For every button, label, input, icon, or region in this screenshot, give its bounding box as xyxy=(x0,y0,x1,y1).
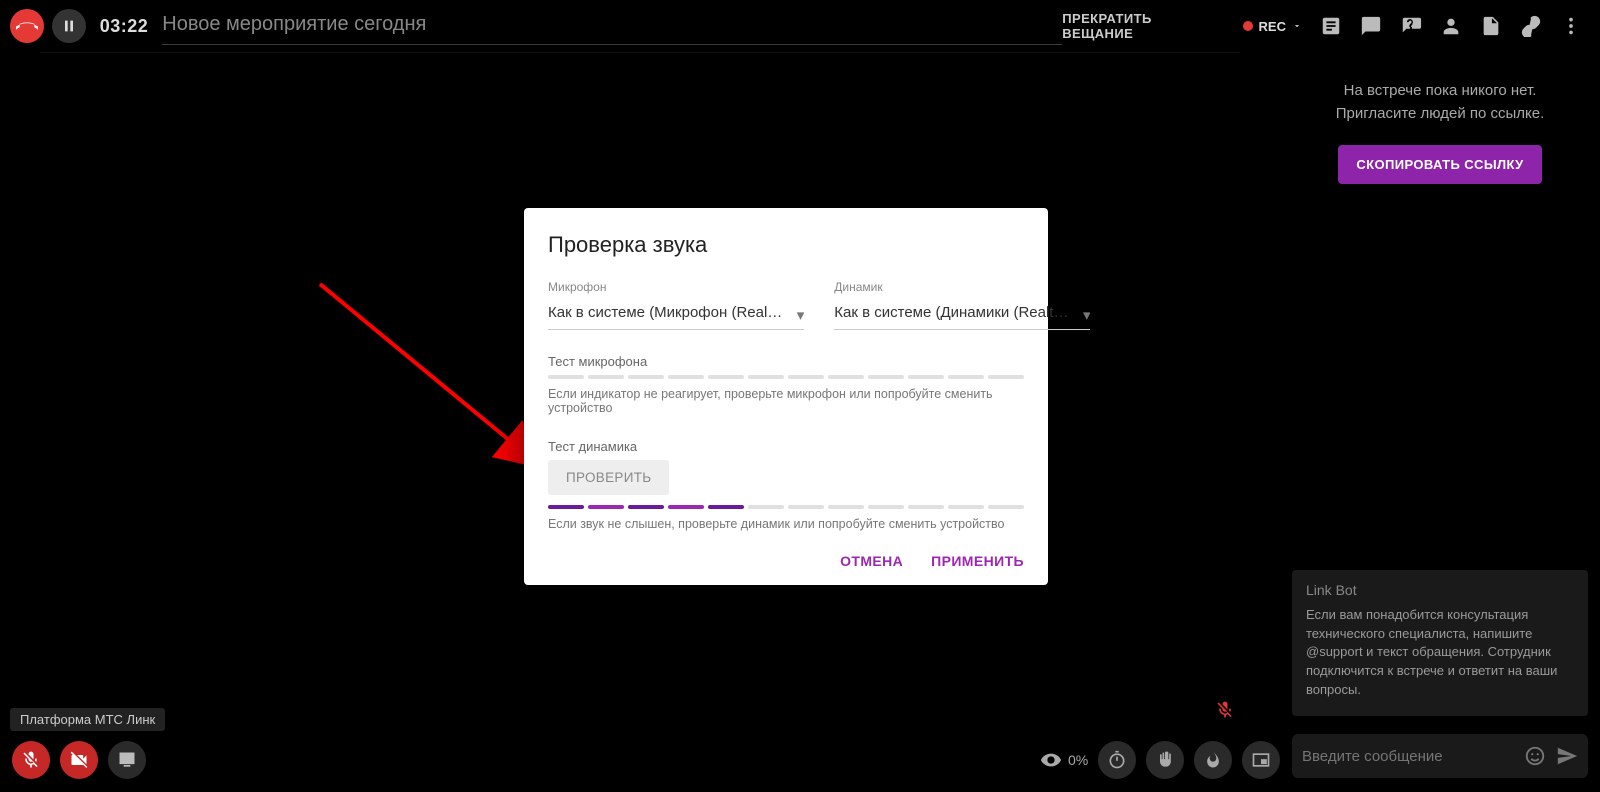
right-sidebar: На встрече пока никого нет. Пригласите л… xyxy=(1280,52,1600,728)
visibility-pct: 0% xyxy=(1068,752,1088,768)
empty-line-2: Пригласите людей по ссылке. xyxy=(1300,103,1580,126)
apply-button[interactable]: ПРИМЕНИТЬ xyxy=(931,553,1024,569)
chevron-down-icon xyxy=(1292,21,1302,31)
rec-label: REC xyxy=(1259,19,1286,34)
reactions-button[interactable] xyxy=(1194,741,1232,779)
copy-link-button[interactable]: СКОПИРОВАТЬ ССЫЛКУ xyxy=(1338,145,1541,184)
pause-button[interactable] xyxy=(52,9,86,43)
mic-toggle-button[interactable] xyxy=(12,741,50,779)
mic-test-label: Тест микрофона xyxy=(548,354,1024,369)
topbar: 03:22 ПРЕКРАТИТЬ ВЕЩАНИЕ REC xyxy=(0,0,1600,52)
speaker-select-value: Как в системе (Динамики (Realt… xyxy=(834,304,1068,321)
mic-muted-indicator-icon xyxy=(1215,700,1235,720)
stopwatch-icon xyxy=(1107,750,1127,770)
chat-input[interactable] xyxy=(1302,748,1514,765)
camera-toggle-button[interactable] xyxy=(60,741,98,779)
topbar-right: ПРЕКРАТИТЬ ВЕЩАНИЕ REC xyxy=(1062,11,1590,41)
document-icon[interactable] xyxy=(1480,15,1502,37)
mic-select-value: Как в системе (Микрофон (Real… xyxy=(548,304,782,321)
modal-title: Проверка звука xyxy=(548,232,1024,258)
help-icon[interactable] xyxy=(1400,15,1422,37)
mic-select[interactable]: Как в системе (Микрофон (Real… ▾ xyxy=(548,298,804,330)
test-speaker-button[interactable]: ПРОВЕРИТЬ xyxy=(548,460,669,495)
eye-icon xyxy=(1040,749,1062,771)
timer-button[interactable] xyxy=(1098,741,1136,779)
person-icon[interactable] xyxy=(1440,15,1462,37)
speaker-hint: Если звук не слышен, проверьте динамик и… xyxy=(548,517,1024,531)
speaker-level-meter xyxy=(548,505,1024,509)
speaker-label: Динамик xyxy=(834,280,1090,294)
screen-share-icon xyxy=(117,750,137,770)
chat-input-row xyxy=(1292,734,1588,778)
mic-level-meter xyxy=(548,375,1024,379)
bot-title: Link Bot xyxy=(1306,582,1574,598)
chevron-down-icon: ▾ xyxy=(1083,306,1091,324)
cancel-button[interactable]: ОТМЕНА xyxy=(840,553,903,569)
bot-message: Link Bot Если вам понадобится консультац… xyxy=(1292,570,1588,716)
phone-hangup-icon xyxy=(16,15,38,37)
share-screen-button[interactable] xyxy=(108,741,146,779)
hangup-button[interactable] xyxy=(10,9,44,43)
emoji-icon[interactable] xyxy=(1524,745,1546,767)
send-icon[interactable] xyxy=(1556,745,1578,767)
bottom-right-controls: 0% xyxy=(1040,728,1280,792)
sidebar-empty-state: На встрече пока никого нет. Пригласите л… xyxy=(1280,52,1600,184)
chevron-down-icon: ▾ xyxy=(797,306,805,324)
rec-button[interactable]: REC xyxy=(1243,19,1302,34)
rec-dot-icon xyxy=(1243,21,1253,31)
stop-broadcast-button[interactable]: ПРЕКРАТИТЬ ВЕЩАНИЕ xyxy=(1062,11,1224,41)
event-title-input[interactable] xyxy=(162,7,1062,45)
sound-check-modal: Проверка звука Микрофон Как в системе (М… xyxy=(524,208,1048,585)
pause-icon xyxy=(61,18,77,34)
speaker-select[interactable]: Как в системе (Динамики (Realt… ▾ xyxy=(834,298,1090,330)
notes-icon[interactable] xyxy=(1320,15,1342,37)
chat-icon[interactable] xyxy=(1360,15,1382,37)
hand-icon xyxy=(1155,750,1175,770)
bot-text: Если вам понадобится консультация технич… xyxy=(1306,606,1574,700)
call-timer: 03:22 xyxy=(100,16,149,37)
pip-icon xyxy=(1251,750,1271,770)
mic-off-icon xyxy=(21,750,41,770)
mic-hint: Если индикатор не реагирует, проверьте м… xyxy=(548,387,1024,415)
pip-button[interactable] xyxy=(1242,741,1280,779)
fire-icon xyxy=(1203,750,1223,770)
more-vert-icon[interactable] xyxy=(1560,15,1582,37)
event-title-wrap xyxy=(162,7,1062,45)
raise-hand-button[interactable] xyxy=(1146,741,1184,779)
speaker-test-label: Тест динамика xyxy=(548,439,1024,454)
link-icon[interactable] xyxy=(1520,15,1542,37)
empty-line-1: На встрече пока никого нет. xyxy=(1300,80,1580,103)
camera-off-icon xyxy=(69,750,89,770)
visibility-indicator[interactable]: 0% xyxy=(1040,749,1088,771)
mic-label: Микрофон xyxy=(548,280,804,294)
